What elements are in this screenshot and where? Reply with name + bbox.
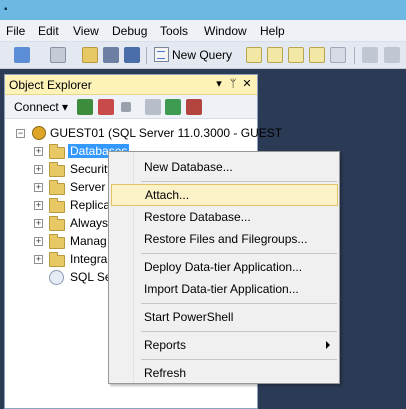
folder-icon xyxy=(49,252,65,267)
menu-item-label: Reports xyxy=(144,338,187,352)
expand-icon[interactable]: + xyxy=(34,165,43,174)
menu-separator xyxy=(141,331,337,332)
compact-query-icon[interactable] xyxy=(330,47,346,63)
tree-node-label: Integra xyxy=(70,252,108,266)
toolbar-separator xyxy=(354,47,355,64)
server-icon xyxy=(32,126,46,140)
menu-window[interactable]: Window xyxy=(204,24,247,38)
tree-node-label: Manag xyxy=(70,234,107,248)
analysis-mdx-query-icon[interactable] xyxy=(267,47,283,63)
context-menu: New Database... Attach... Restore Databa… xyxy=(108,151,340,384)
menu-item-reports[interactable]: Reports xyxy=(111,334,338,356)
folder-icon xyxy=(49,216,65,231)
save-all-icon[interactable] xyxy=(124,47,140,63)
analysis-xmla-query-icon[interactable] xyxy=(309,47,325,63)
cut-icon[interactable] xyxy=(362,47,378,63)
folder-icon xyxy=(49,234,65,249)
add-item-icon[interactable] xyxy=(50,47,66,63)
standard-toolbar: New Query xyxy=(0,42,406,69)
menu-item-attach[interactable]: Attach... xyxy=(111,184,338,206)
menu-tools[interactable]: Tools xyxy=(160,24,188,38)
tree-node-label: Always xyxy=(70,216,109,230)
menu-separator xyxy=(141,181,337,182)
menu-file[interactable]: File xyxy=(6,24,25,38)
menu-view[interactable]: View xyxy=(73,24,99,38)
refresh-icon[interactable] xyxy=(165,99,181,115)
save-icon[interactable] xyxy=(103,47,119,63)
analysis-dmx-query-icon[interactable] xyxy=(288,47,304,63)
new-query-icon xyxy=(154,47,169,62)
menu-debug[interactable]: Debug xyxy=(112,24,147,38)
new-query-button[interactable]: New Query xyxy=(151,45,236,65)
new-query-label: New Query xyxy=(172,48,233,62)
filter-icon[interactable] xyxy=(145,99,161,115)
menu-item-deploy-data-tier[interactable]: Deploy Data-tier Application... xyxy=(111,256,338,278)
new-project-icon[interactable] xyxy=(14,47,30,63)
expand-icon[interactable]: + xyxy=(34,219,43,228)
folder-icon xyxy=(49,162,65,177)
folder-icon xyxy=(49,198,65,213)
menu-item-restore-database[interactable]: Restore Database... xyxy=(111,206,338,228)
expand-icon[interactable]: + xyxy=(34,237,43,246)
copy-icon[interactable] xyxy=(384,47,400,63)
open-folder-icon[interactable] xyxy=(82,47,98,63)
activity-monitor-icon[interactable] xyxy=(186,99,202,115)
app-icon: ▪ xyxy=(4,4,8,15)
tree-node-label: Replicat xyxy=(70,198,114,212)
expand-icon[interactable]: + xyxy=(34,147,43,156)
folder-icon xyxy=(49,180,65,195)
auto-hide-pin-icon[interactable]: ᛘ xyxy=(226,78,240,90)
menu-separator xyxy=(141,253,337,254)
menu-item-import-data-tier[interactable]: Import Data-tier Application... xyxy=(111,278,338,300)
server-label: GUEST01 (SQL Server 11.0.3000 - GUEST xyxy=(50,126,283,140)
object-explorer-title-bar: Object Explorer ▾ ᛘ ✕ xyxy=(5,75,257,95)
sql-agent-icon xyxy=(49,270,64,285)
menu-bar: File Edit View Debug Tools Window Help xyxy=(0,20,406,42)
object-explorer-toolbar: Connect ▾ xyxy=(5,95,257,119)
menu-separator xyxy=(141,303,337,304)
expand-icon[interactable]: + xyxy=(34,255,43,264)
disconnect-icon[interactable] xyxy=(98,99,114,115)
menu-item-refresh[interactable]: Refresh xyxy=(111,362,338,384)
connect-dropdown[interactable]: Connect ▾ xyxy=(14,100,68,114)
expand-icon[interactable]: + xyxy=(34,183,43,192)
menu-separator xyxy=(141,359,337,360)
close-icon[interactable]: ✕ xyxy=(240,77,254,90)
folder-icon xyxy=(49,144,65,159)
toolbar-separator xyxy=(146,47,147,64)
collapse-icon[interactable]: − xyxy=(16,129,25,138)
menu-item-restore-files[interactable]: Restore Files and Filegroups... xyxy=(111,228,338,250)
menu-item-new-database[interactable]: New Database... xyxy=(111,156,338,178)
panel-title: Object Explorer xyxy=(9,78,92,92)
stop-icon[interactable] xyxy=(121,102,131,112)
database-engine-query-icon[interactable] xyxy=(246,47,262,63)
menu-item-start-powershell[interactable]: Start PowerShell xyxy=(111,306,338,328)
title-bar: ▪ xyxy=(0,0,406,20)
submenu-arrow-icon xyxy=(326,341,330,349)
menu-help[interactable]: Help xyxy=(260,24,285,38)
connect-object-explorer-icon[interactable] xyxy=(77,99,93,115)
window-position-dropdown-icon[interactable]: ▾ xyxy=(212,77,226,90)
menu-edit[interactable]: Edit xyxy=(38,24,59,38)
tree-node-label: SQL Se xyxy=(70,270,112,284)
tree-node-label: Security xyxy=(70,162,114,176)
expand-icon[interactable]: + xyxy=(34,201,43,210)
